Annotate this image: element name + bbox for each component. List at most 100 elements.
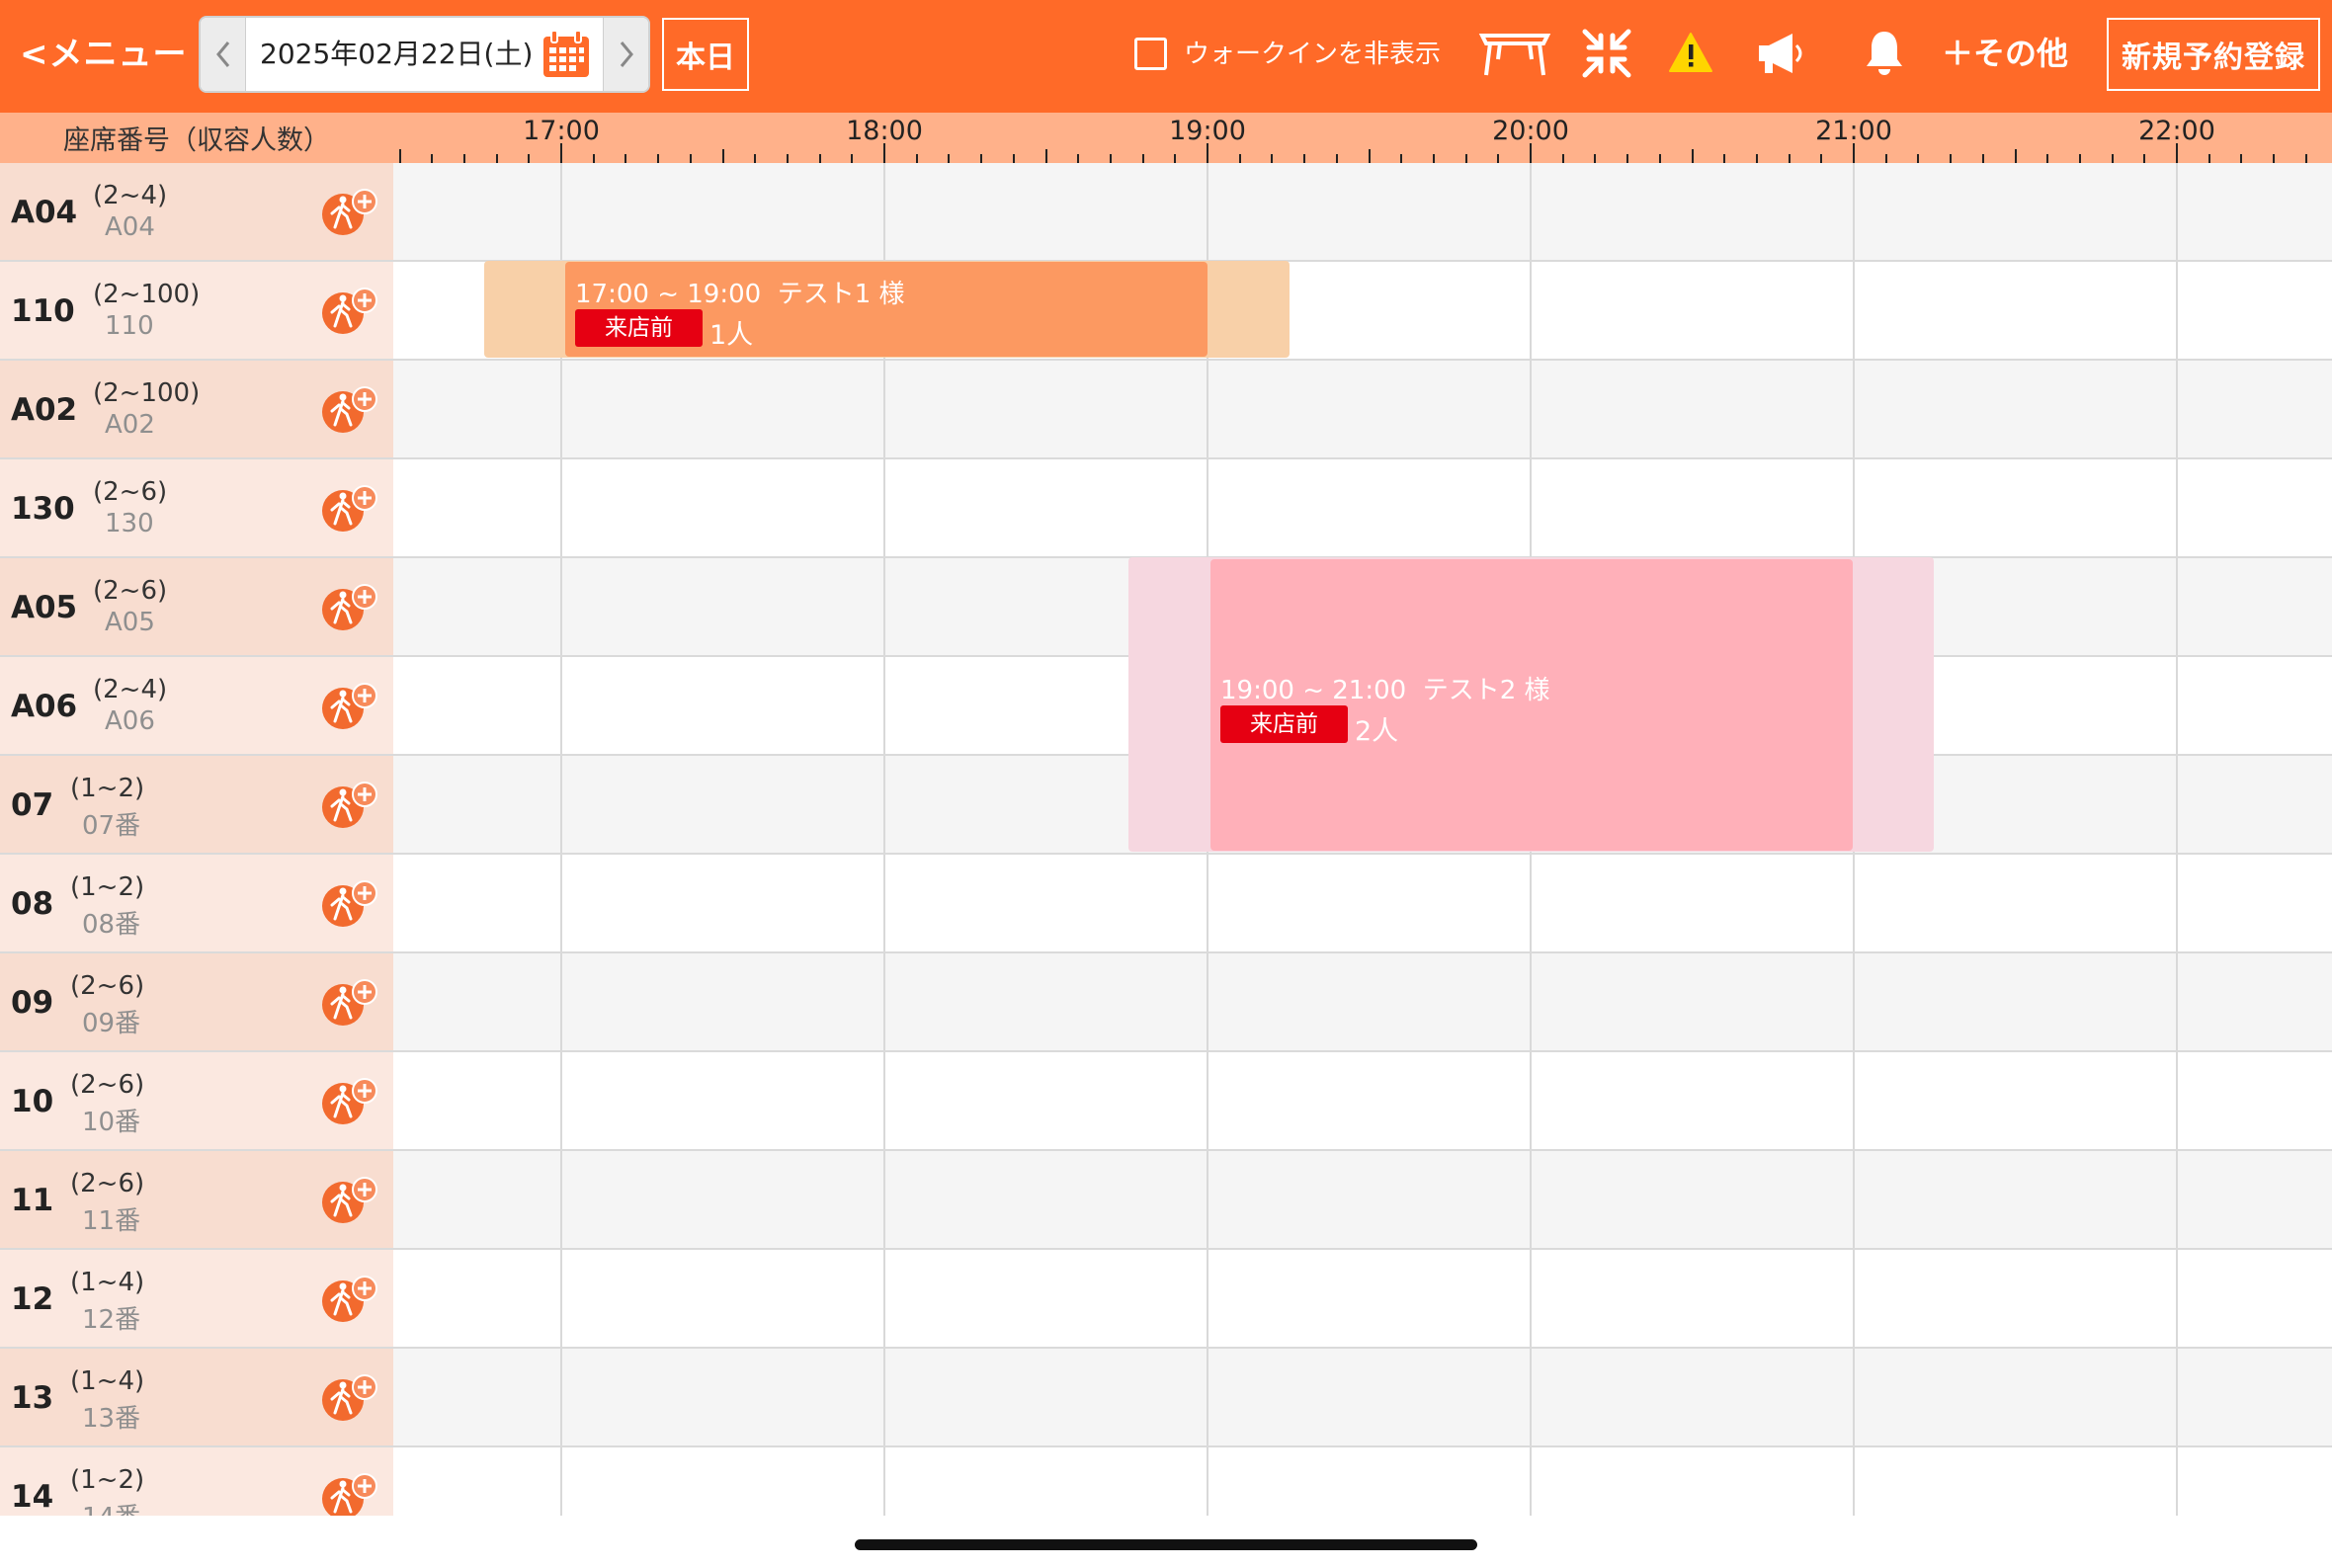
seat-row: 08 (1~2) 08番 [0,855,2332,953]
seat-subname: 12番 [82,1305,141,1335]
walk-in-add-icon[interactable] [321,781,382,830]
megaphone-icon[interactable] [1757,32,1808,77]
time-tick [2240,154,2243,163]
seat-capacity: (1~2) [70,872,145,902]
walk-in-add-icon[interactable] [321,188,382,237]
current-date[interactable]: 2025年02月22日(土) [260,18,533,91]
hide-walkin-checkbox[interactable] [1134,38,1167,70]
seat-subname: A06 [105,706,155,736]
hour-gridline [1853,262,1855,359]
timeline-slots[interactable] [393,855,2332,951]
seat-name: A05 [11,590,78,625]
walk-in-add-icon[interactable] [321,385,382,435]
walk-in-add-icon[interactable] [321,978,382,1028]
walk-in-add-icon[interactable] [321,879,382,929]
seat-capacity: (1~4) [70,1366,145,1396]
seat-capacity: (1~2) [70,1465,145,1495]
seat-subname: A05 [105,608,155,637]
timeline-slots[interactable] [393,1151,2332,1248]
seat-row: 10 (2~6) 10番 [0,1052,2332,1151]
other-menu-button[interactable]: ＋その他 [1942,26,2068,81]
timeline-slots[interactable] [393,1052,2332,1149]
hour-gridline [560,558,562,655]
time-tick [2176,143,2178,163]
hour-gridline [2176,163,2178,260]
hour-label: 17:00 [523,116,600,146]
timeline-slots[interactable] [393,361,2332,457]
timeline-slots[interactable] [393,163,2332,260]
time-tick [1464,154,1467,163]
timeline-slots[interactable] [393,953,2332,1050]
hour-gridline [560,1250,562,1347]
seat-capacity: (2~6) [70,971,145,1001]
hour-gridline [2176,558,2178,655]
time-tick [2304,154,2307,163]
hour-gridline [883,953,885,1050]
seat-subname: 08番 [82,910,141,940]
time-tick [1530,143,1532,163]
hour-gridline [1530,163,1532,260]
bell-icon[interactable] [1864,30,1905,77]
home-indicator[interactable] [855,1539,1477,1550]
hour-gridline [2176,756,2178,853]
date-picker[interactable]: 2025年02月22日(土) [199,16,650,93]
time-tick [1141,154,1144,163]
seat-row: 12 (1~4) 12番 [0,1250,2332,1349]
collapse-arrows-icon[interactable] [1581,28,1632,79]
hour-gridline [560,163,562,260]
walk-in-add-icon[interactable] [321,1176,382,1225]
walk-in-add-icon[interactable] [321,1373,382,1423]
timeline-slots[interactable] [393,459,2332,556]
prev-day-button[interactable] [201,18,246,91]
warning-icon[interactable] [1668,32,1713,73]
today-button[interactable]: 本日 [662,18,749,91]
status-badge: 来店前 [1220,705,1348,743]
time-tick [1012,154,1015,163]
seat-subname: 110 [105,311,154,341]
seat-capacity: (2~6) [93,477,168,507]
time-tick [1723,154,1726,163]
seat-label: 09 (2~6) 09番 [0,953,393,1050]
hour-gridline [883,459,885,556]
seat-label: 10 (2~6) 10番 [0,1052,393,1149]
hour-gridline [2176,1349,2178,1445]
walk-in-add-icon[interactable] [321,484,382,534]
calendar-icon[interactable] [540,28,593,81]
seat-subname: 130 [105,509,154,538]
walk-in-add-icon[interactable] [321,287,382,336]
hour-gridline [1207,855,1208,951]
reservation-card[interactable]: 19:00 ~ 21:00 テスト2 様 来店前 2人 [1210,559,1853,851]
seat-name: A04 [11,195,78,230]
seat-subname: 09番 [82,1009,141,1038]
reservation-card[interactable]: 17:00 ~ 19:00 テスト1 様 来店前 1人 [565,262,1208,357]
next-day-button[interactable] [603,18,648,91]
seat-label: A04 (2~4) A04 [0,163,393,260]
time-tick [1109,154,1112,163]
walk-in-add-icon[interactable] [321,1077,382,1126]
table-icon[interactable] [1478,30,1551,79]
time-tick [657,154,660,163]
chevron-left-icon [215,41,229,67]
walk-in-add-icon[interactable] [321,583,382,632]
seat-subname: 13番 [82,1404,141,1434]
hour-gridline [560,361,562,457]
time-tick [818,154,821,163]
time-tick [2111,154,2114,163]
hour-gridline [1853,163,1855,260]
seat-capacity: (2~6) [70,1070,145,1100]
time-tick [2014,149,2017,163]
walk-in-add-icon[interactable] [321,1275,382,1324]
time-tick [883,143,885,163]
time-tick [721,149,724,163]
seat-name: 12 [11,1281,54,1317]
walk-in-add-icon[interactable] [321,1472,382,1522]
timeline-slots[interactable] [393,1349,2332,1445]
time-tick [1981,154,1984,163]
timeline-slots[interactable] [393,1250,2332,1347]
walk-in-add-icon[interactable] [321,682,382,731]
menu-back-link[interactable]: <メニュー [20,28,188,81]
hour-gridline [1530,1151,1532,1248]
hour-gridline [883,1250,885,1347]
hide-walkin-label[interactable]: ウォークインを非表示 [1184,28,1441,81]
new-reservation-button[interactable]: 新規予約登録 [2107,18,2320,91]
